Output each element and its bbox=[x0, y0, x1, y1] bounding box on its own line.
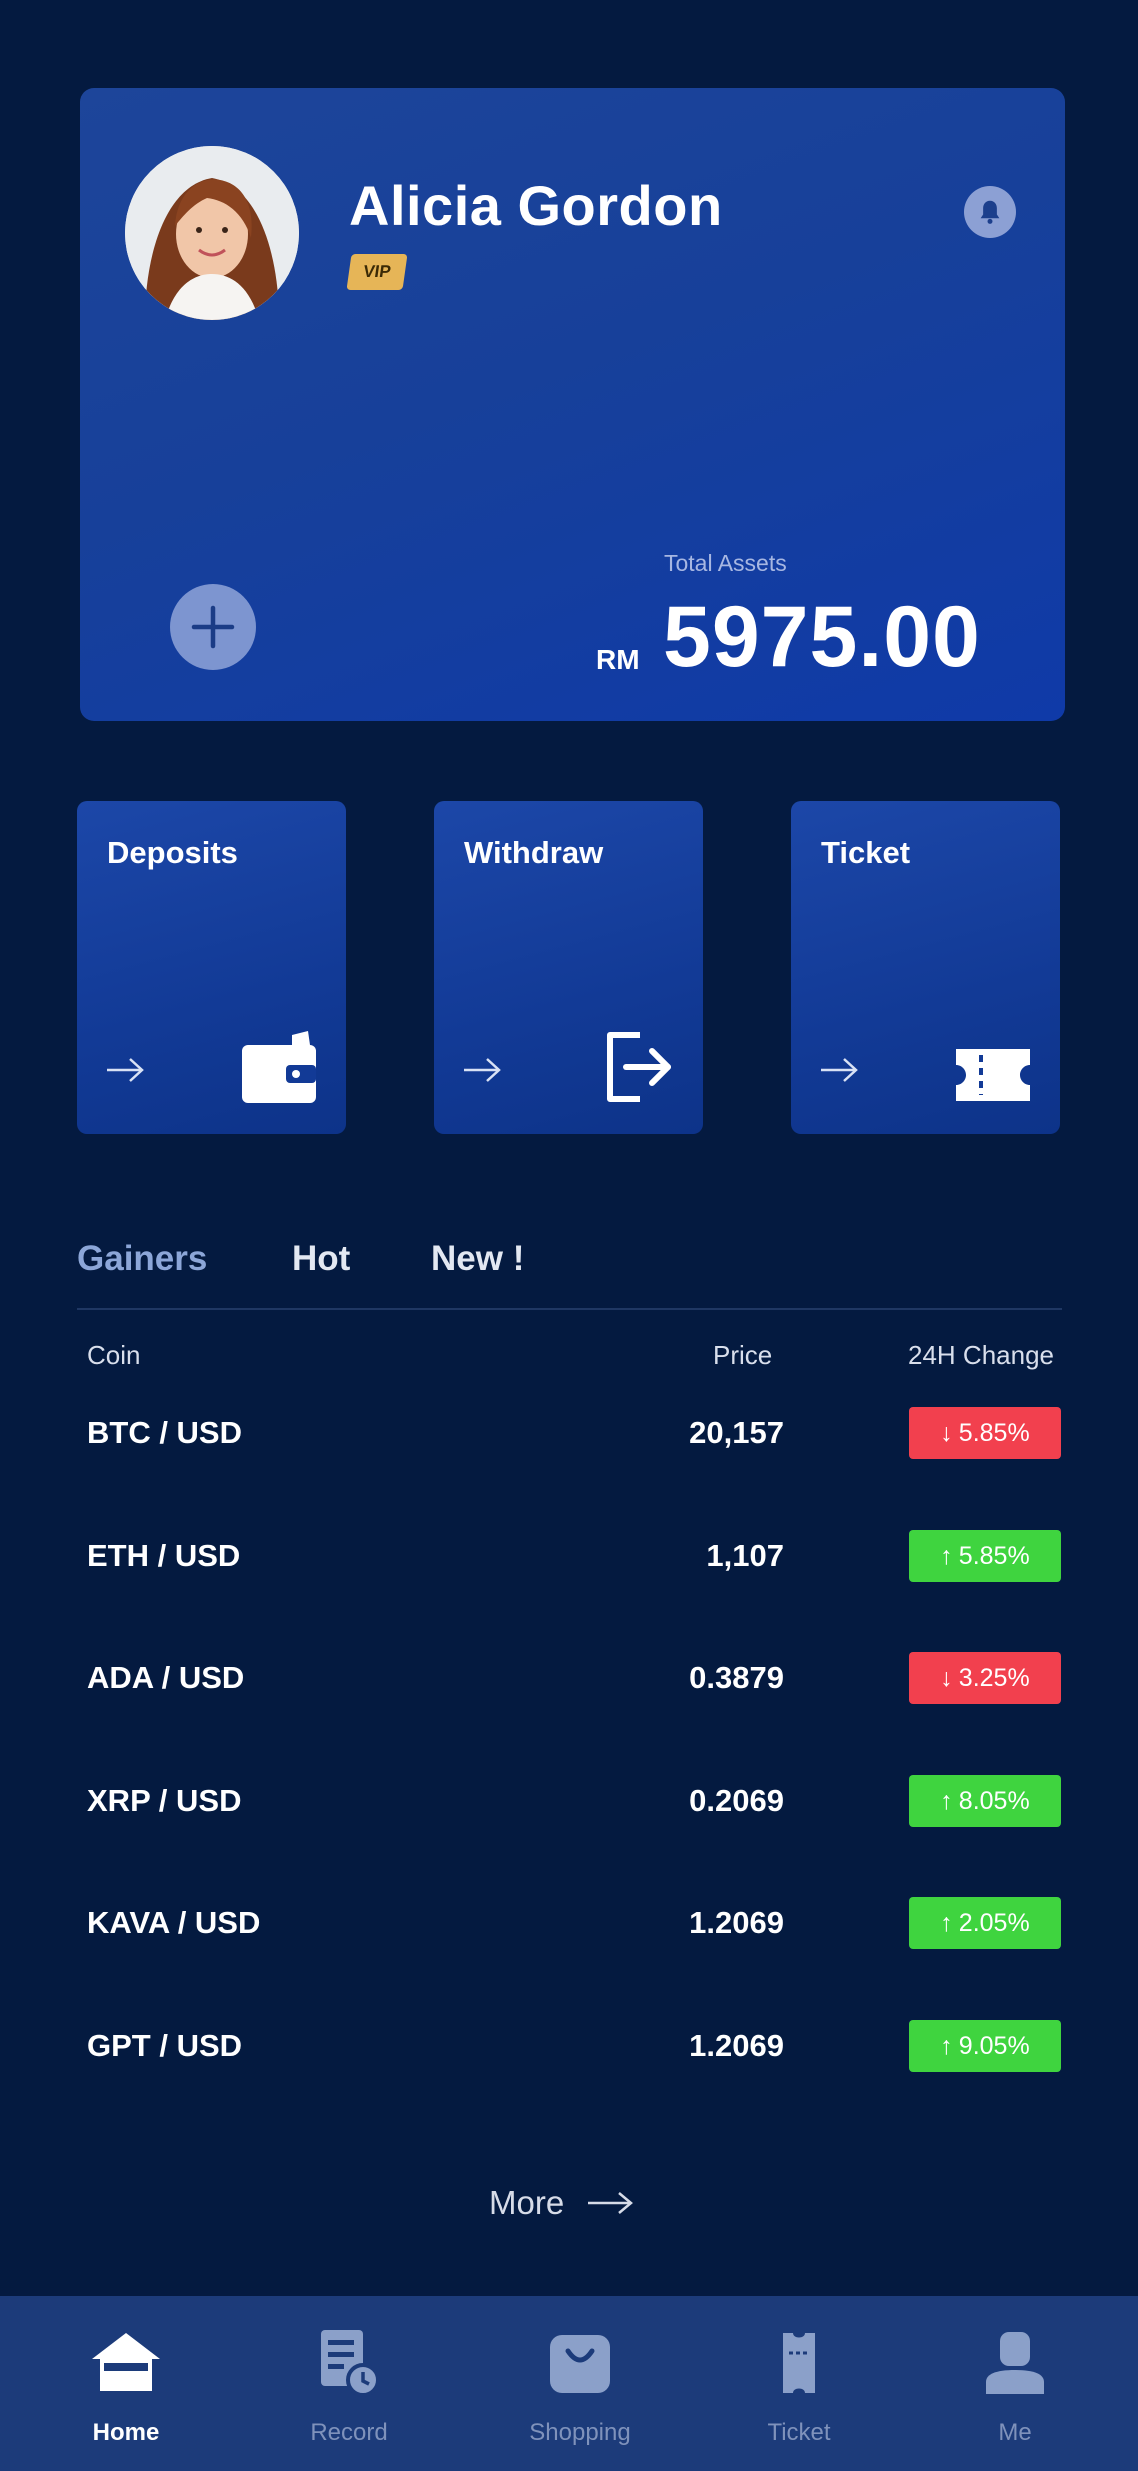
row-price: 20,157 bbox=[689, 1415, 784, 1450]
deposits-card[interactable]: Deposits bbox=[77, 801, 346, 1134]
change-badge: ↑ 2.05% bbox=[909, 1897, 1061, 1949]
change-value: 3.25% bbox=[958, 1663, 1030, 1692]
arrow-up-icon: ↑ bbox=[940, 1908, 953, 1937]
withdraw-card[interactable]: Withdraw bbox=[434, 801, 703, 1134]
nav-label-me: Me bbox=[998, 2419, 1032, 2446]
arrow-up-icon: ↑ bbox=[940, 2031, 953, 2060]
arrow-right-icon bbox=[107, 1058, 144, 1082]
deposits-label: Deposits bbox=[107, 835, 238, 870]
record-icon bbox=[321, 2330, 380, 2397]
ticket-card[interactable]: Ticket bbox=[791, 801, 1060, 1134]
arrow-right-icon bbox=[821, 1058, 858, 1082]
currency-label: RM bbox=[596, 644, 640, 675]
change-value: 5.85% bbox=[958, 1418, 1030, 1447]
nav-item-ticket[interactable]: Ticket bbox=[719, 2296, 879, 2471]
change-value: 8.05% bbox=[958, 1786, 1030, 1815]
arrow-down-icon: ↓ bbox=[940, 1418, 953, 1447]
plus-icon bbox=[191, 605, 235, 649]
arrow-up-icon: ↑ bbox=[940, 1541, 953, 1570]
nav-label-shopping: Shopping bbox=[529, 2419, 631, 2446]
ticket-icon bbox=[956, 1049, 1030, 1101]
ticket-nav-icon bbox=[783, 2333, 815, 2393]
tab-gainers[interactable]: Gainers bbox=[77, 1239, 207, 1279]
change-badge: ↑ 5.85% bbox=[909, 1530, 1061, 1582]
bell-icon bbox=[980, 200, 1000, 224]
change-value: 9.05% bbox=[958, 2031, 1030, 2060]
total-assets-label: Total Assets bbox=[664, 550, 787, 576]
change-badge: ↑ 8.05% bbox=[909, 1775, 1061, 1827]
change-badge: ↑ 9.05% bbox=[909, 2020, 1061, 2072]
row-price: 1,107 bbox=[706, 1538, 784, 1573]
row-coin: ADA / USD bbox=[87, 1660, 245, 1695]
more-label: More bbox=[489, 2184, 565, 2221]
logout-icon bbox=[607, 1032, 671, 1102]
change-badge: ↓ 3.25% bbox=[909, 1652, 1061, 1704]
row-coin: GPT / USD bbox=[87, 2028, 243, 2063]
nav-label-ticket: Ticket bbox=[767, 2419, 831, 2446]
tab-new[interactable]: New ! bbox=[431, 1239, 524, 1279]
bottom-nav: Home Record Shopping Ticket Me bbox=[0, 2296, 1138, 2471]
row-price: 0.2069 bbox=[689, 1783, 784, 1818]
nav-item-shopping[interactable]: Shopping bbox=[500, 2296, 660, 2471]
column-header-coin: Coin bbox=[87, 1340, 141, 1370]
home-screen: Alicia Gordon VIP Total Assets RM 5975.0… bbox=[0, 0, 1138, 2471]
avatar[interactable] bbox=[125, 146, 299, 320]
row-coin: ETH / USD bbox=[87, 1538, 241, 1573]
row-coin: XRP / USD bbox=[87, 1783, 242, 1818]
nav-label-record: Record bbox=[310, 2419, 388, 2446]
add-funds-button[interactable] bbox=[170, 584, 256, 670]
row-price: 0.3879 bbox=[689, 1660, 784, 1695]
nav-label-home: Home bbox=[92, 2419, 160, 2446]
arrow-up-icon: ↑ bbox=[940, 1786, 953, 1815]
column-header-price: Price bbox=[713, 1340, 773, 1370]
row-price: 1.2069 bbox=[689, 2028, 784, 2063]
person-icon bbox=[986, 2332, 1044, 2394]
nav-item-me[interactable]: Me bbox=[935, 2296, 1095, 2471]
withdraw-label: Withdraw bbox=[464, 835, 604, 870]
profile-card: Alicia Gordon VIP Total Assets RM 5975.0… bbox=[80, 88, 1065, 721]
tab-hot[interactable]: Hot bbox=[292, 1239, 350, 1279]
home-icon bbox=[92, 2333, 160, 2391]
row-coin: KAVA / USD bbox=[87, 1905, 261, 1940]
total-assets-amount: 5975.00 bbox=[663, 589, 981, 685]
nav-item-home[interactable]: Home bbox=[46, 2296, 206, 2471]
arrow-down-icon: ↓ bbox=[940, 1663, 953, 1692]
notification-button[interactable] bbox=[964, 186, 1016, 238]
vip-badge: VIP bbox=[346, 254, 408, 290]
arrow-right-icon bbox=[588, 2192, 634, 2214]
change-value: 2.05% bbox=[958, 1908, 1030, 1937]
change-value: 5.85% bbox=[958, 1541, 1030, 1570]
avatar-image bbox=[125, 146, 299, 320]
wallet-icon bbox=[242, 1031, 316, 1103]
more-link[interactable]: More bbox=[489, 2184, 634, 2222]
arrow-right-icon bbox=[464, 1058, 501, 1082]
ticket-label: Ticket bbox=[821, 835, 911, 870]
column-header-change: 24H Change bbox=[908, 1340, 1054, 1370]
nav-item-record[interactable]: Record bbox=[269, 2296, 429, 2471]
row-coin: BTC / USD bbox=[87, 1415, 242, 1450]
row-price: 1.2069 bbox=[689, 1905, 784, 1940]
change-badge: ↓ 5.85% bbox=[909, 1407, 1061, 1459]
shopping-bag-icon bbox=[550, 2335, 610, 2393]
tabs-divider bbox=[77, 1308, 1062, 1310]
user-name: Alicia Gordon bbox=[349, 174, 723, 237]
